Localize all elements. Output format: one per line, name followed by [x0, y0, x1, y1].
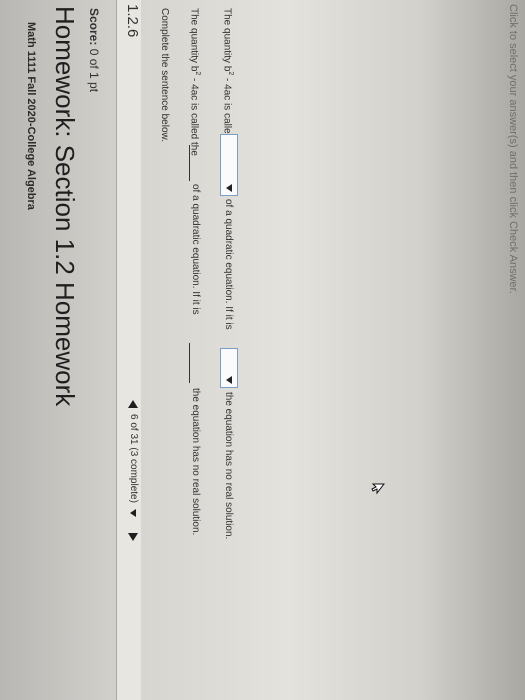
sentence-text: the equation has no real solution.	[190, 388, 201, 536]
triangle-down-icon[interactable]	[226, 184, 232, 192]
sentence-text: of a quadratic equation. If it is	[223, 199, 234, 330]
mouse-pointer-icon	[371, 483, 386, 497]
answer-dropdown-1[interactable]	[220, 134, 238, 196]
course-title: Math 1111 Fall 2020-College Algebra	[25, 22, 37, 210]
question-number: 1.2.6	[124, 4, 141, 38]
triangle-down-icon[interactable]	[226, 376, 232, 384]
score-label: Score:	[87, 8, 101, 46]
answer-dropdown-2[interactable]	[220, 348, 238, 388]
answer-blank	[189, 145, 190, 181]
sentence-text: The quantity b2 - 4ac is called the	[188, 8, 201, 156]
photo-frame: Math 1111 Fall 2020-College Algebra Home…	[0, 0, 525, 700]
question-navigation: 6 of 31 (3 complete)	[128, 400, 139, 541]
page-title: Homework: Section 1.2 Homework	[50, 6, 80, 407]
triangle-left-icon[interactable]	[128, 400, 139, 408]
sentence-text: the equation has no real solution.	[223, 392, 234, 540]
homework-screen: Math 1111 Fall 2020-College Algebra Home…	[0, 0, 525, 700]
question-bar	[117, 0, 141, 700]
triangle-right-icon[interactable]	[128, 532, 139, 541]
triangle-down-icon[interactable]	[130, 508, 137, 517]
footer-hint: Click to select your answer(s) and then …	[507, 4, 519, 294]
score-value: 0 of 1 pt	[87, 48, 101, 93]
instructions: Complete the sentence below.	[159, 8, 170, 142]
sentence-text: of a quadratic equation. If it is	[190, 184, 201, 315]
question-progress[interactable]: 6 of 31 (3 complete)	[128, 414, 139, 503]
answer-blank	[189, 343, 190, 383]
score: Score: 0 of 1 pt	[87, 8, 101, 92]
